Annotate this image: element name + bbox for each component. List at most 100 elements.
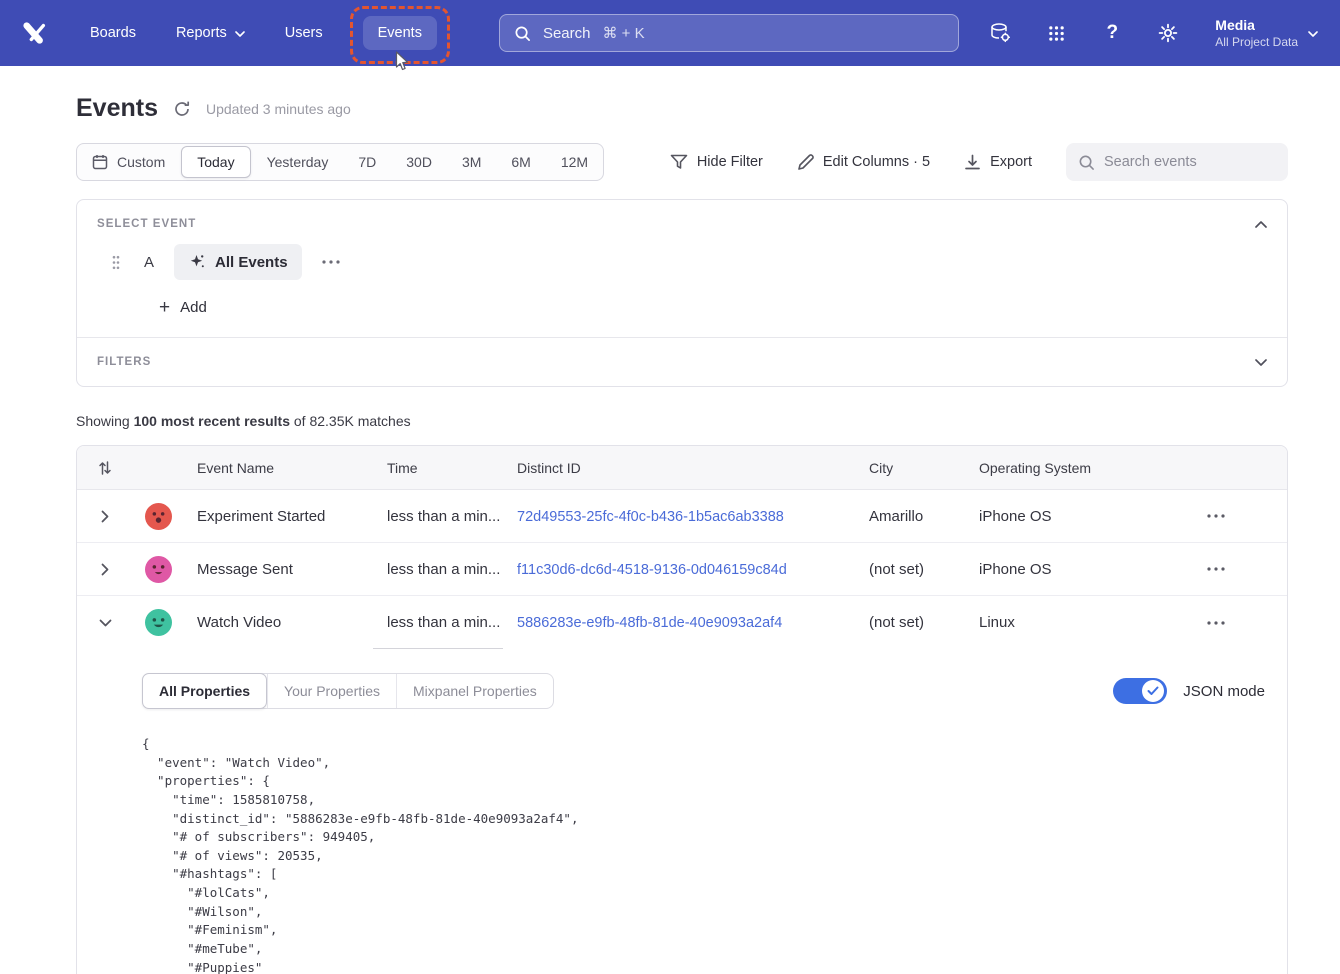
distinct-id-link[interactable]: f11c30d6-dc6d-4518-9136-0d046159c84d xyxy=(517,562,787,578)
date-range-picker: Custom Today Yesterday 7D 30D 3M 6M 12M xyxy=(76,143,604,181)
global-search-input[interactable]: Search ⌘ + K xyxy=(499,14,959,52)
search-icon xyxy=(514,25,531,42)
nav-events[interactable]: Events xyxy=(363,16,437,50)
edit-columns-button[interactable]: Edit Columns · 5 xyxy=(797,154,930,171)
chevron-down-icon xyxy=(1255,359,1267,366)
select-event-title: SELECT EVENT xyxy=(97,218,196,230)
table-row[interactable]: Message Sent less than a min... f11c30d6… xyxy=(77,543,1287,596)
settings-gear-icon[interactable] xyxy=(1155,20,1181,46)
chevron-up-icon xyxy=(1255,221,1267,228)
project-subtitle: All Project Data xyxy=(1215,35,1298,49)
distinct-id-link[interactable]: 5886283e-e9fb-48fb-81de-40e9093a2af4 xyxy=(517,615,782,631)
expand-filters-button[interactable] xyxy=(1255,359,1267,366)
date-custom[interactable]: Custom xyxy=(77,144,180,180)
chevron-down-icon xyxy=(1308,24,1318,42)
json-mode-toggle[interactable] xyxy=(1113,678,1167,704)
col-distinct-id: Distinct ID xyxy=(503,460,855,476)
expand-row-button[interactable] xyxy=(77,510,133,523)
main-content: Events Updated 3 minutes ago Custom Toda… xyxy=(0,94,1340,974)
search-icon xyxy=(1078,154,1095,171)
sort-rows-button[interactable] xyxy=(77,460,133,476)
event-detail-panel: All Properties Your Properties Mixpanel … xyxy=(77,649,1287,974)
help-icon[interactable]: ? xyxy=(1099,20,1125,46)
row-options-button[interactable] xyxy=(1199,613,1233,633)
arrows-sort-icon xyxy=(98,460,112,476)
row-options-button[interactable] xyxy=(1199,506,1233,526)
navbar-right: ? Media All Project Data xyxy=(987,17,1318,49)
date-12m[interactable]: 12M xyxy=(546,144,603,180)
search-events-field[interactable] xyxy=(1066,143,1288,181)
event-options-button[interactable] xyxy=(316,254,346,270)
collapse-row-button[interactable] xyxy=(77,619,133,627)
mixpanel-logo-icon xyxy=(22,20,48,46)
plus-icon: + xyxy=(159,298,170,317)
date-6m[interactable]: 6M xyxy=(496,144,545,180)
json-mode-label: JSON mode xyxy=(1183,683,1265,700)
mixpanel-logo[interactable] xyxy=(22,20,48,46)
drag-handle-icon[interactable] xyxy=(112,255,120,270)
avatar xyxy=(133,503,183,530)
event-selector-chip[interactable]: All Events xyxy=(174,244,302,280)
col-event-name: Event Name xyxy=(183,460,373,476)
distinct-id-link[interactable]: 72d49553-25fc-4f0c-b436-1b5ac6ab3388 xyxy=(517,509,784,525)
updated-text: Updated 3 minutes ago xyxy=(206,101,351,117)
primary-nav: Boards Reports Users Events xyxy=(90,16,437,50)
avatar xyxy=(133,609,183,636)
nav-boards-label: Boards xyxy=(90,25,136,41)
refresh-button[interactable] xyxy=(173,100,191,118)
hide-filter-button[interactable]: Hide Filter xyxy=(670,154,763,170)
refresh-icon xyxy=(173,100,191,118)
row-options-button[interactable] xyxy=(1199,559,1233,579)
date-today[interactable]: Today xyxy=(181,146,250,178)
event-city: (not set) xyxy=(855,614,965,631)
expand-row-button[interactable] xyxy=(77,563,133,576)
cursor-icon xyxy=(390,50,409,76)
apps-grid-icon[interactable] xyxy=(1043,20,1069,46)
avatar xyxy=(133,556,183,583)
col-time: Time xyxy=(373,460,503,476)
ellipsis-icon xyxy=(1207,567,1225,571)
chevron-down-icon xyxy=(235,25,245,41)
event-json-view: { "event": "Watch Video", "properties": … xyxy=(142,735,1265,974)
tab-your-properties[interactable]: Your Properties xyxy=(267,674,396,708)
query-builder-card: SELECT EVENT A All Events xyxy=(76,199,1288,387)
export-button[interactable]: Export xyxy=(964,154,1032,171)
table-row[interactable]: Watch Video less than a min... 5886283e-… xyxy=(77,596,1287,649)
event-name: Watch Video xyxy=(183,614,373,631)
event-city: Amarillo xyxy=(855,508,965,525)
col-os: Operating System xyxy=(965,460,1145,476)
date-30d[interactable]: 30D xyxy=(391,144,447,180)
add-event-button[interactable]: + Add xyxy=(159,298,207,317)
date-7d[interactable]: 7D xyxy=(343,144,391,180)
event-city: (not set) xyxy=(855,561,965,578)
download-icon xyxy=(964,154,981,171)
event-name: Experiment Started xyxy=(183,508,373,525)
event-os: iPhone OS xyxy=(965,508,1145,525)
calendar-icon xyxy=(92,154,108,170)
col-city: City xyxy=(855,460,965,476)
project-switcher[interactable]: Media All Project Data xyxy=(1215,17,1318,49)
ellipsis-icon xyxy=(1207,514,1225,518)
nav-users[interactable]: Users xyxy=(285,25,323,41)
collapse-select-event-button[interactable] xyxy=(1255,221,1267,228)
toolbar: Custom Today Yesterday 7D 30D 3M 6M 12M … xyxy=(76,143,1288,181)
nav-reports[interactable]: Reports xyxy=(176,25,245,41)
date-3m[interactable]: 3M xyxy=(447,144,496,180)
nav-boards[interactable]: Boards xyxy=(90,25,136,41)
table-row[interactable]: Experiment Started less than a min... 72… xyxy=(77,490,1287,543)
tab-all-properties[interactable]: All Properties xyxy=(142,673,267,709)
chevron-right-icon xyxy=(101,563,109,576)
search-events-input[interactable] xyxy=(1104,154,1276,170)
pencil-icon xyxy=(797,154,814,171)
tab-mixpanel-properties[interactable]: Mixpanel Properties xyxy=(396,674,553,708)
table-header-row: Event Name Time Distinct ID City Operati… xyxy=(77,446,1287,490)
top-navbar: Boards Reports Users Events Search ⌘ + K xyxy=(0,0,1340,66)
event-time: less than a min... xyxy=(373,490,503,542)
page-title: Events xyxy=(76,94,158,123)
nav-users-label: Users xyxy=(285,25,323,41)
data-management-icon[interactable] xyxy=(987,20,1013,46)
chevron-right-icon xyxy=(101,510,109,523)
event-row: A All Events xyxy=(97,244,1267,280)
event-row-label: A xyxy=(144,254,154,271)
date-yesterday[interactable]: Yesterday xyxy=(252,144,344,180)
